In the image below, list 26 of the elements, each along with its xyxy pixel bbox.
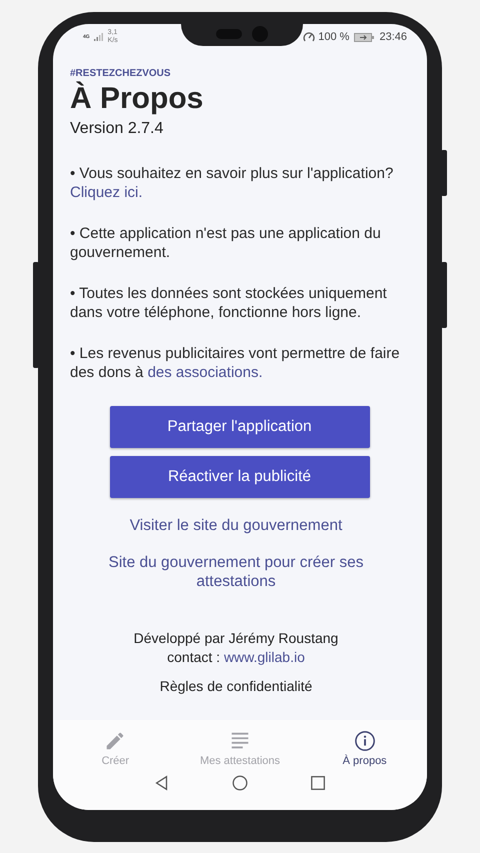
- battery-icon: [354, 32, 374, 42]
- link[interactable]: Cliquez ici.: [70, 184, 143, 201]
- gauge-icon: [303, 31, 316, 43]
- paragraph: • Les revenus publicitaires vont permettre de faire des dons à des associations.: [70, 344, 401, 382]
- privacy-link[interactable]: Règles de confidentialité: [160, 677, 312, 696]
- link[interactable]: Site du gouvernement pour créer ses attestations: [91, 553, 381, 591]
- paragraph: • Toutes les données sont stockées uniquement dans votre téléphone, fonctionne hors ligne.: [70, 284, 388, 322]
- home-icon[interactable]: [231, 774, 249, 792]
- paragraph: • Cette application n'est pas une application du gouvernement.: [70, 224, 382, 262]
- paragraph: • Vous souhaitez en savoir plus sur l'application? Cliquez ici.: [70, 164, 394, 202]
- signal-icon: [94, 33, 104, 41]
- page-title: À Propos: [70, 81, 204, 117]
- link[interactable]: Visiter le site du gouvernement: [91, 516, 381, 535]
- battery-percent: 100 %: [318, 31, 350, 43]
- tab[interactable]: À propos: [302, 720, 427, 774]
- action-button[interactable]: Réactiver la publicité: [110, 456, 370, 498]
- info-icon: [354, 730, 376, 752]
- link[interactable]: des associations.: [148, 364, 263, 381]
- developer-credit: Développé par Jérémy Roustang: [134, 629, 338, 648]
- contact-label: contact :: [167, 649, 220, 665]
- link[interactable]: www.glilab.io: [224, 649, 305, 665]
- version-label: Version 2.7.4: [70, 120, 164, 138]
- hashtag-label: #RESTEZCHEZVOUS: [70, 68, 172, 79]
- recent-apps-icon[interactable]: [309, 774, 327, 792]
- action-button[interactable]: Partager l'application: [110, 406, 370, 448]
- clock: 23:46: [379, 31, 407, 43]
